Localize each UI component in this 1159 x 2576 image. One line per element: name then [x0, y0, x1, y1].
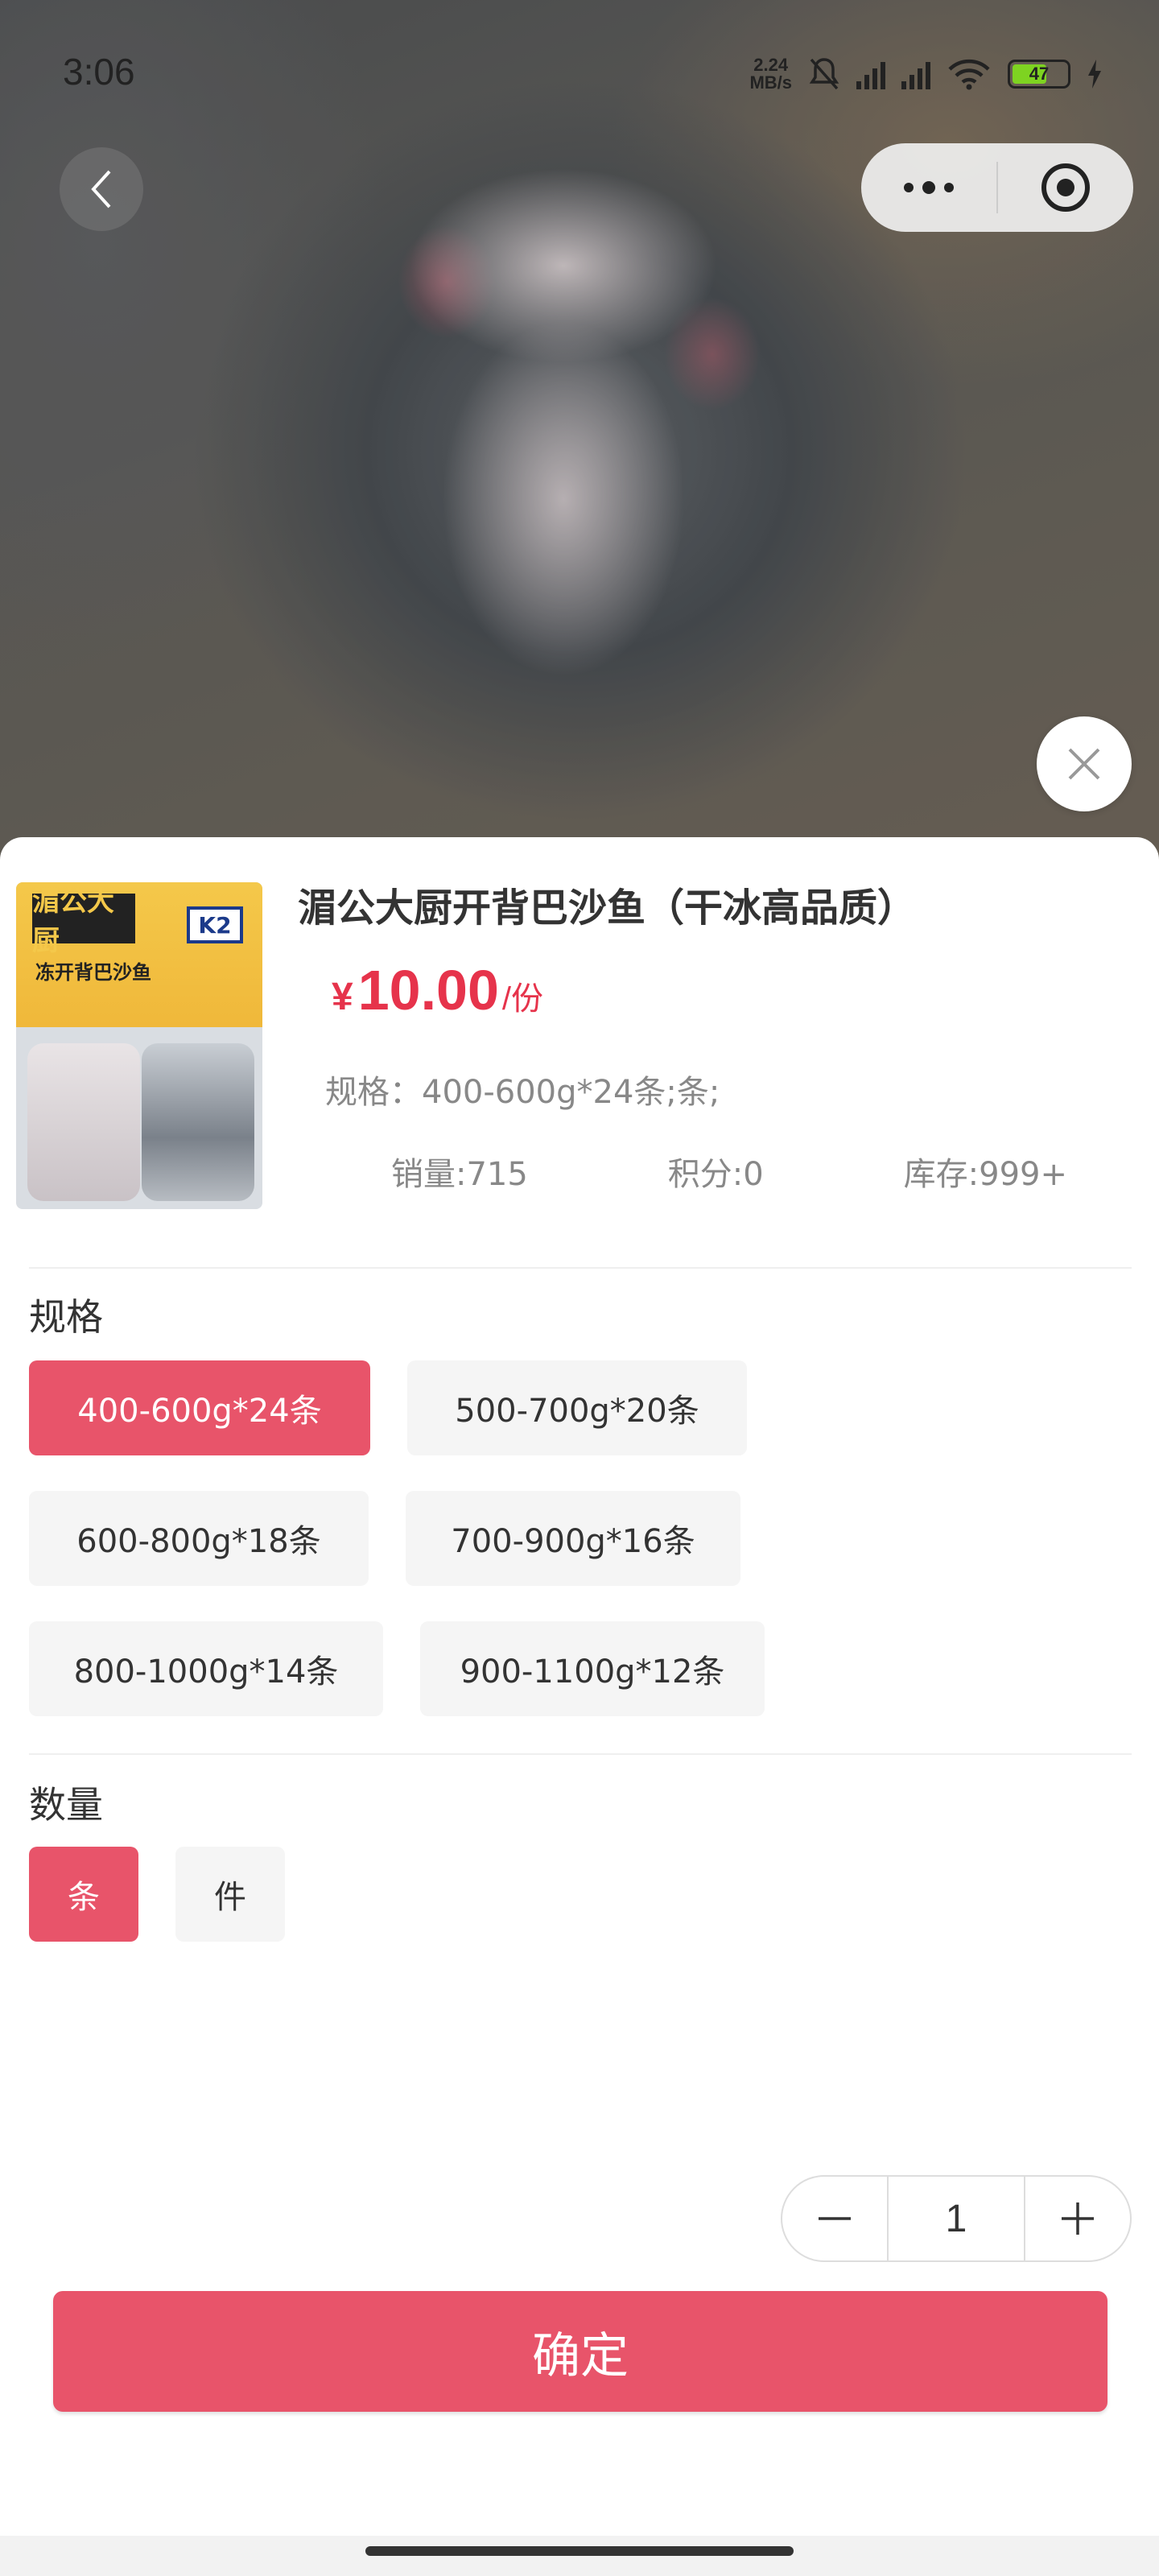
points: 积分:0 — [667, 1156, 764, 1193]
spec-section-label: 规格 — [29, 1295, 103, 1339]
spec-option[interactable]: 900-1100g*12条 — [420, 1621, 765, 1716]
network-speed: 2.24 MB/s — [749, 55, 792, 93]
signal-icon-1 — [856, 59, 885, 89]
status-bar: 3:06 2.24 MB/s 47 — [0, 0, 1159, 145]
thumb-brand: 湄公大厨 — [32, 886, 135, 957]
decrease-button[interactable] — [782, 2177, 887, 2260]
quantity-stepper: 1 — [781, 2175, 1132, 2262]
close-icon — [1068, 748, 1100, 780]
sales-count: 销量:715 — [391, 1156, 528, 1193]
status-icons: 2.24 MB/s 47 — [749, 52, 1103, 97]
price-value: 10.00 — [357, 959, 499, 1022]
close-sheet-button[interactable] — [1037, 716, 1132, 811]
confirm-button[interactable]: 确定 — [53, 2291, 1107, 2412]
product-thumbnail: 湄公大厨 K2 冻开背巴沙鱼 — [16, 882, 262, 1209]
price-unit: /份 — [501, 981, 543, 1017]
wifi-icon — [948, 59, 990, 90]
target-icon — [1041, 163, 1090, 212]
signal-icon-2 — [901, 59, 930, 89]
product-title: 湄公大厨开背巴沙鱼（干冰高品质） — [298, 886, 917, 931]
spec-option[interactable]: 400-600g*24条 — [29, 1360, 370, 1455]
battery-icon: 47 — [1008, 60, 1070, 89]
selected-spec: 规格：400-600g*24条;条; — [325, 1074, 720, 1111]
spec-option[interactable]: 600-800g*18条 — [29, 1491, 369, 1586]
plus-icon — [1062, 2202, 1094, 2235]
status-time: 3:06 — [63, 51, 135, 93]
divider — [29, 1753, 1132, 1755]
unit-option[interactable]: 条 — [29, 1847, 138, 1942]
back-button[interactable] — [60, 147, 143, 231]
price-symbol: ¥ — [332, 976, 353, 1018]
thumb-k2: K2 — [187, 906, 243, 943]
bell-muted-icon — [809, 58, 839, 90]
minus-icon — [819, 2217, 851, 2220]
unit-option[interactable]: 件 — [175, 1847, 285, 1942]
increase-button[interactable] — [1025, 2177, 1130, 2260]
mini-program-capsule — [861, 143, 1133, 232]
thumb-subtitle: 冻开背巴沙鱼 — [35, 961, 151, 984]
close-miniprogram-button[interactable] — [998, 143, 1133, 232]
spec-option[interactable]: 800-1000g*14条 — [29, 1621, 383, 1716]
fish-bag — [27, 1043, 140, 1201]
more-button[interactable] — [861, 143, 996, 232]
qty-section-label: 数量 — [29, 1783, 103, 1827]
chevron-left-icon — [91, 170, 111, 208]
divider — [29, 1267, 1132, 1269]
product-stats: 销量:715 积分:0 库存:999+ — [391, 1148, 1067, 1195]
home-indicator[interactable] — [365, 2546, 794, 2556]
spec-option[interactable]: 500-700g*20条 — [407, 1360, 747, 1455]
fish-bag — [142, 1043, 254, 1201]
spec-option[interactable]: 700-900g*16条 — [406, 1491, 740, 1586]
charging-icon — [1088, 60, 1101, 89]
price: ¥ 10.00 /份 — [332, 958, 543, 1022]
more-dots-icon — [904, 181, 954, 194]
quantity-value[interactable]: 1 — [887, 2177, 1025, 2260]
stock: 库存:999+ — [903, 1156, 1067, 1193]
